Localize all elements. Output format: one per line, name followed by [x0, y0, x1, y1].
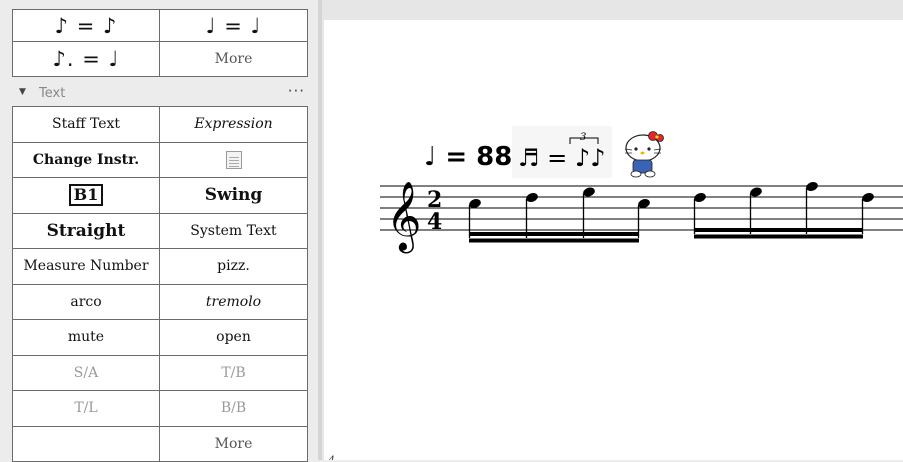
rehearsal-mark-item[interactable]: B1: [13, 178, 160, 214]
tempo-quarter-equals-quarter[interactable]: ♩ = ♩: [160, 10, 308, 42]
time-signature-denominator[interactable]: 4: [427, 209, 442, 235]
note[interactable]: [525, 191, 539, 238]
expression-item[interactable]: Expression: [160, 107, 308, 143]
text-section-header[interactable]: ▼ Text ···: [12, 84, 307, 104]
measure-number-item[interactable]: Measure Number: [13, 249, 160, 285]
text-row: Measure Number pizz.: [13, 249, 308, 285]
tremolo-item[interactable]: tremolo: [160, 285, 308, 321]
text-row: arco tremolo: [13, 285, 308, 321]
metric-modulation[interactable]: ♬ = ♪♪: [518, 144, 606, 172]
palette-panel: ♪ = ♪ ♩ = ♩ ♪. = ♩ More ▼ Text ··· Staff…: [0, 0, 318, 460]
straight-item[interactable]: Straight: [13, 214, 160, 250]
staff-text-item[interactable]: Staff Text: [13, 107, 160, 143]
text-more-button[interactable]: More: [160, 427, 308, 462]
text-row: Straight System Text: [13, 214, 308, 250]
note[interactable]: [637, 197, 651, 238]
score-svg: 𝄞 2 4 ♩ = 88, ♬ = ♪♪ 3: [324, 20, 903, 460]
beam-primary: [469, 232, 639, 236]
note[interactable]: [468, 197, 482, 238]
change-instrument-item[interactable]: Change Instr.: [13, 143, 160, 179]
note[interactable]: [749, 186, 763, 234]
page-number: 4: [327, 454, 335, 460]
text-row: S/A T/B: [13, 356, 308, 392]
text-palette-grid: Staff Text Expression Change Instr. B1 S…: [12, 106, 308, 462]
document-icon: [226, 151, 242, 169]
beam-primary: [694, 228, 863, 232]
text-row: B1 Swing: [13, 178, 308, 214]
triangle-down-icon[interactable]: ▼: [19, 87, 26, 97]
staff[interactable]: [380, 186, 903, 230]
bb-item[interactable]: B/B: [160, 391, 308, 427]
text-row: Change Instr.: [13, 143, 308, 179]
hello-kitty-sticker[interactable]: [625, 132, 664, 178]
beam-secondary: [694, 235, 863, 239]
pizz-item[interactable]: pizz.: [160, 249, 308, 285]
tl-item[interactable]: T/L: [13, 391, 160, 427]
swing-item[interactable]: Swing: [160, 178, 308, 214]
text-row: Staff Text Expression: [13, 107, 308, 143]
tempo-eighth-equals-eighth[interactable]: ♪ = ♪: [13, 10, 160, 42]
tuplet-number: 3: [580, 132, 586, 143]
sa-item[interactable]: S/A: [13, 356, 160, 392]
score-page[interactable]: 𝄞 2 4 ♩ = 88, ♬ = ♪♪ 3: [324, 20, 903, 460]
instrument-change-icon-item[interactable]: [160, 143, 308, 179]
text-row: mute open: [13, 320, 308, 356]
ellipsis-icon[interactable]: ···: [288, 82, 305, 100]
text-section-title: Text: [39, 86, 65, 101]
beam-group-1[interactable]: [468, 186, 651, 243]
mute-item[interactable]: mute: [13, 320, 160, 356]
text-row: T/L B/B: [13, 391, 308, 427]
tempo-marking[interactable]: ♩ = 88,: [424, 142, 522, 172]
arco-item[interactable]: arco: [13, 285, 160, 321]
beam-secondary: [469, 239, 639, 243]
tempo-palette-grid: ♪ = ♪ ♩ = ♩ ♪. = ♩ More: [12, 9, 308, 77]
beam-group-2[interactable]: [693, 180, 875, 238]
tempo-row: ♪ = ♪ ♩ = ♩: [13, 10, 308, 42]
text-row: More: [13, 427, 308, 462]
system-text-item[interactable]: System Text: [160, 214, 308, 250]
score-canvas[interactable]: 𝄞 2 4 ♩ = 88, ♬ = ♪♪ 3: [322, 0, 903, 460]
tempo-more-button[interactable]: More: [160, 42, 308, 77]
note[interactable]: [693, 191, 707, 234]
open-item[interactable]: open: [160, 320, 308, 356]
note[interactable]: [805, 180, 819, 234]
tempo-dotted-eighth-equals-quarter[interactable]: ♪. = ♩: [13, 42, 160, 77]
tempo-row: ♪. = ♩ More: [13, 42, 308, 77]
empty-cell: [13, 427, 160, 462]
tb-item[interactable]: T/B: [160, 356, 308, 392]
treble-clef-icon[interactable]: 𝄞: [386, 181, 421, 253]
rehearsal-mark-label: B1: [69, 184, 104, 206]
note[interactable]: [861, 191, 875, 234]
